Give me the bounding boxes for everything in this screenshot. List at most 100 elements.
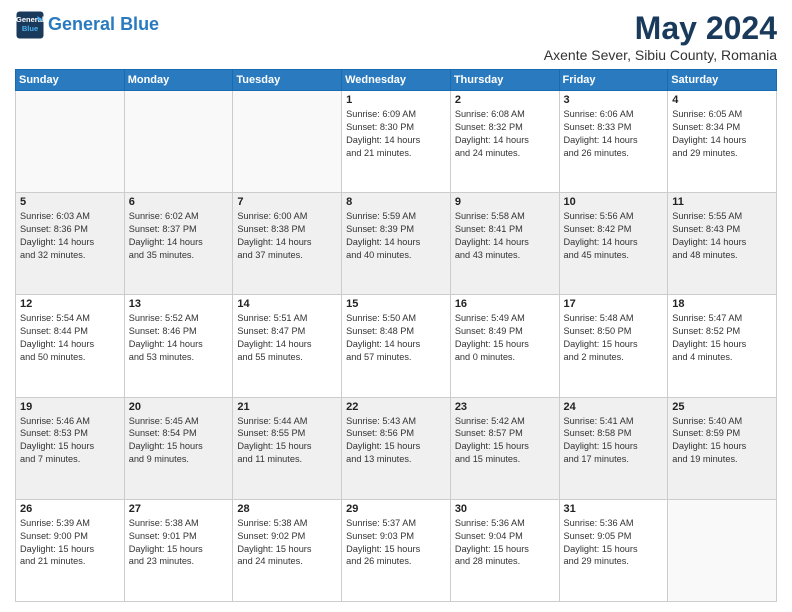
day-info-line: and 35 minutes.	[129, 249, 229, 262]
day-info-line: Daylight: 14 hours	[564, 236, 664, 249]
calendar-week-row: 12Sunrise: 5:54 AMSunset: 8:44 PMDayligh…	[16, 295, 777, 397]
day-info: Sunrise: 5:36 AMSunset: 9:05 PMDaylight:…	[564, 517, 664, 569]
table-row: 31Sunrise: 5:36 AMSunset: 9:05 PMDayligh…	[559, 499, 668, 601]
day-info-line: Sunrise: 5:46 AM	[20, 415, 120, 428]
day-info-line: Sunrise: 5:55 AM	[672, 210, 772, 223]
table-row: 18Sunrise: 5:47 AMSunset: 8:52 PMDayligh…	[668, 295, 777, 397]
header-wednesday: Wednesday	[342, 70, 451, 91]
day-info-line: and 53 minutes.	[129, 351, 229, 364]
calendar-week-row: 5Sunrise: 6:03 AMSunset: 8:36 PMDaylight…	[16, 193, 777, 295]
day-info: Sunrise: 5:42 AMSunset: 8:57 PMDaylight:…	[455, 415, 555, 467]
day-number: 11	[672, 196, 772, 208]
day-info-line: and 7 minutes.	[20, 453, 120, 466]
day-info-line: and 29 minutes.	[564, 555, 664, 568]
calendar-week-row: 19 Sunrise: 5:46 AMSunset: 8:53 PM Dayligh…	[16, 397, 777, 499]
day-info-line: Daylight: 14 hours	[237, 236, 337, 249]
day-info-line: Sunrise: 5:39 AM	[20, 517, 120, 530]
day-info-line: Sunrise: 5:51 AM	[237, 312, 337, 325]
location-title: Axente Sever, Sibiu County, Romania	[544, 47, 777, 63]
day-info-line: Sunset: 8:47 PM	[237, 325, 337, 338]
day-info-line: and 43 minutes.	[455, 249, 555, 262]
day-info-line: Daylight: 15 hours	[129, 543, 229, 556]
day-info-line: Daylight: 15 hours	[237, 440, 337, 453]
day-info-line: Sunset: 8:54 PM	[129, 427, 229, 440]
day-number: 4	[672, 94, 772, 106]
day-info-line: Daylight: 14 hours	[672, 134, 772, 147]
table-row: 12Sunrise: 5:54 AMSunset: 8:44 PMDayligh…	[16, 295, 125, 397]
day-info-line: and 23 minutes.	[129, 555, 229, 568]
day-number: 8	[346, 196, 446, 208]
day-info-line: and 29 minutes.	[672, 147, 772, 160]
table-row: 7Sunrise: 6:00 AMSunset: 8:38 PMDaylight…	[233, 193, 342, 295]
day-info-line: Sunrise: 5:58 AM	[455, 210, 555, 223]
day-info-line: Sunset: 8:59 PM	[672, 427, 772, 440]
day-info: Sunrise: 5:44 AMSunset: 8:55 PMDaylight:…	[237, 415, 337, 467]
day-info-line: Sunset: 8:38 PM	[237, 223, 337, 236]
day-info-line: Sunrise: 5:56 AM	[564, 210, 664, 223]
day-number: 17	[564, 298, 664, 310]
day-info-line: Sunset: 8:39 PM	[346, 223, 446, 236]
day-info-line: Daylight: 14 hours	[455, 134, 555, 147]
day-info-line: Daylight: 15 hours	[564, 543, 664, 556]
day-info-line: Sunrise: 5:38 AM	[129, 517, 229, 530]
day-info-line: and 17 minutes.	[564, 453, 664, 466]
calendar-week-row: 1Sunrise: 6:09 AMSunset: 8:30 PMDaylight…	[16, 91, 777, 193]
day-info-line: and 32 minutes.	[20, 249, 120, 262]
table-row: 25Sunrise: 5:40 AMSunset: 8:59 PMDayligh…	[668, 397, 777, 499]
day-info-line: Sunset: 8:55 PM	[237, 427, 337, 440]
day-info-line: Sunrise: 5:45 AM	[129, 415, 229, 428]
day-info-line: Sunrise: 5:52 AM	[129, 312, 229, 325]
day-number: 1	[346, 94, 446, 106]
day-info-line: Sunrise: 6:05 AM	[672, 108, 772, 121]
day-info-line: Sunrise: 6:03 AM	[20, 210, 120, 223]
day-info: Sunrise: 5:55 AMSunset: 8:43 PMDaylight:…	[672, 210, 772, 262]
day-info-line: Daylight: 14 hours	[20, 236, 120, 249]
day-info: Sunrise: 5:52 AMSunset: 8:46 PMDaylight:…	[129, 312, 229, 364]
day-info: Sunrise: 5:43 AMSunset: 8:56 PMDaylight:…	[346, 415, 446, 467]
table-row: 4Sunrise: 6:05 AMSunset: 8:34 PMDaylight…	[668, 91, 777, 193]
table-row: 21Sunrise: 5:44 AMSunset: 8:55 PMDayligh…	[233, 397, 342, 499]
day-number: 25	[672, 401, 772, 413]
day-info-line: Sunset: 8:53 PM	[20, 427, 120, 440]
day-info-line: and 2 minutes.	[564, 351, 664, 364]
logo-icon: General Blue	[15, 10, 45, 40]
day-info-line: Daylight: 14 hours	[129, 236, 229, 249]
day-number: 19	[20, 401, 120, 413]
day-info-line: Sunset: 8:52 PM	[672, 325, 772, 338]
day-number: 18	[672, 298, 772, 310]
table-row: 8 Sunrise: 5:59 AMSunset: 8:39 PMDaylight…	[342, 193, 451, 295]
page: General Blue General Blue May 2024 Axent…	[0, 0, 792, 612]
day-info-line: Sunrise: 5:41 AM	[564, 415, 664, 428]
day-info-line: and 45 minutes.	[564, 249, 664, 262]
table-row: 1Sunrise: 6:09 AMSunset: 8:30 PMDaylight…	[342, 91, 451, 193]
day-info-line: Sunset: 8:48 PM	[346, 325, 446, 338]
table-row: 19Sunrise: 5:46 AMSunset: 8:53 PMDayligh…	[16, 397, 125, 499]
day-info-line: and 28 minutes.	[455, 555, 555, 568]
table-row: 28Sunrise: 5:38 AMSunset: 9:02 PMDayligh…	[233, 499, 342, 601]
day-info: Sunrise: 5:39 AMSunset: 9:00 PMDaylight:…	[20, 517, 120, 569]
day-info: Sunrise: 5:59 AMSunset: 8:39 PMDaylight:…	[346, 210, 446, 262]
day-info: Sunrise: 5:51 AMSunset: 8:47 PMDaylight:…	[237, 312, 337, 364]
day-info-line: and 4 minutes.	[672, 351, 772, 364]
day-info-line: Sunset: 8:43 PM	[672, 223, 772, 236]
day-number: 27	[129, 503, 229, 515]
day-info-line: Daylight: 14 hours	[129, 338, 229, 351]
table-row: 20Sunrise: 5:45 AMSunset: 8:54 PMDayligh…	[124, 397, 233, 499]
day-number: 2	[455, 94, 555, 106]
table-row: 2Sunrise: 6:08 AMSunset: 8:32 PMDaylight…	[450, 91, 559, 193]
table-row: 9Sunrise: 5:58 AMSunset: 8:41 PMDaylight…	[450, 193, 559, 295]
day-info-line: Daylight: 14 hours	[564, 134, 664, 147]
day-info: Sunrise: 5:41 AMSunset: 8:58 PMDaylight:…	[564, 415, 664, 467]
header-friday: Friday	[559, 70, 668, 91]
day-info-line: Daylight: 15 hours	[564, 440, 664, 453]
header-saturday: Saturday	[668, 70, 777, 91]
title-block: May 2024 Axente Sever, Sibiu County, Rom…	[544, 10, 777, 63]
day-number: 13	[129, 298, 229, 310]
table-row	[233, 91, 342, 193]
day-info-line: Daylight: 15 hours	[237, 543, 337, 556]
day-number: 30	[455, 503, 555, 515]
table-row: 23Sunrise: 5:42 AMSunset: 8:57 PMDayligh…	[450, 397, 559, 499]
day-info-line: Daylight: 14 hours	[346, 134, 446, 147]
day-info-line: Sunrise: 5:54 AM	[20, 312, 120, 325]
day-info-line: and 57 minutes.	[346, 351, 446, 364]
